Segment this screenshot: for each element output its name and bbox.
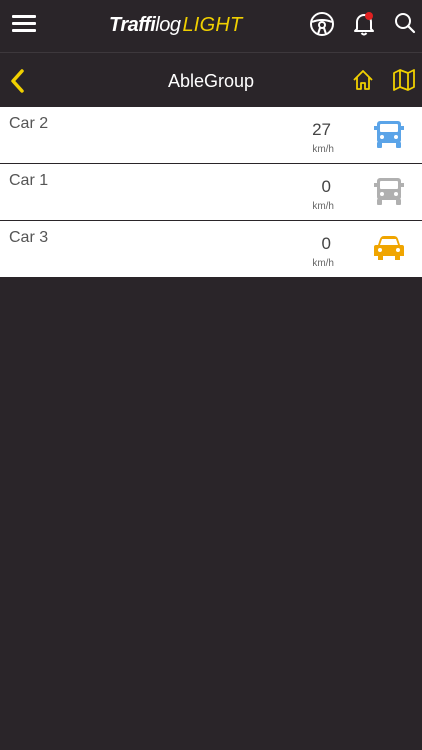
list-item[interactable]: Car 1 0 km/h bbox=[0, 164, 422, 221]
vehicle-speed: 0 bbox=[321, 177, 331, 196]
car-icon bbox=[374, 236, 404, 260]
truck-icon bbox=[374, 121, 404, 148]
steering-wheel-icon[interactable] bbox=[309, 11, 335, 37]
list-item[interactable]: Car 2 27 km/h bbox=[0, 107, 422, 164]
vehicle-speed: 27 bbox=[312, 120, 331, 139]
top-bar: Traffilog LIGHT bbox=[0, 0, 422, 53]
list-item[interactable]: Car 3 0 km/h bbox=[0, 221, 422, 277]
map-icon[interactable] bbox=[392, 69, 416, 91]
bell-icon[interactable] bbox=[352, 11, 376, 37]
menu-icon[interactable] bbox=[10, 12, 38, 36]
speed-unit: km/h bbox=[312, 144, 334, 155]
vehicle-speed: 0 bbox=[321, 234, 331, 253]
search-icon[interactable] bbox=[393, 11, 417, 35]
speed-unit: km/h bbox=[312, 258, 334, 269]
nav-bar: AbleGroup bbox=[0, 54, 422, 107]
vehicle-name: Car 3 bbox=[9, 229, 49, 246]
home-icon[interactable] bbox=[352, 69, 374, 91]
speed-unit: km/h bbox=[312, 201, 334, 212]
truck-icon bbox=[374, 178, 404, 205]
vehicle-name: Car 2 bbox=[9, 115, 49, 132]
vehicle-list: Car 2 27 km/h Car 1 0 km/h Car 3 0 km/h bbox=[0, 107, 422, 277]
notification-dot bbox=[365, 12, 373, 20]
vehicle-name: Car 1 bbox=[9, 172, 49, 189]
app-logo: Traffilog LIGHT bbox=[109, 14, 243, 36]
